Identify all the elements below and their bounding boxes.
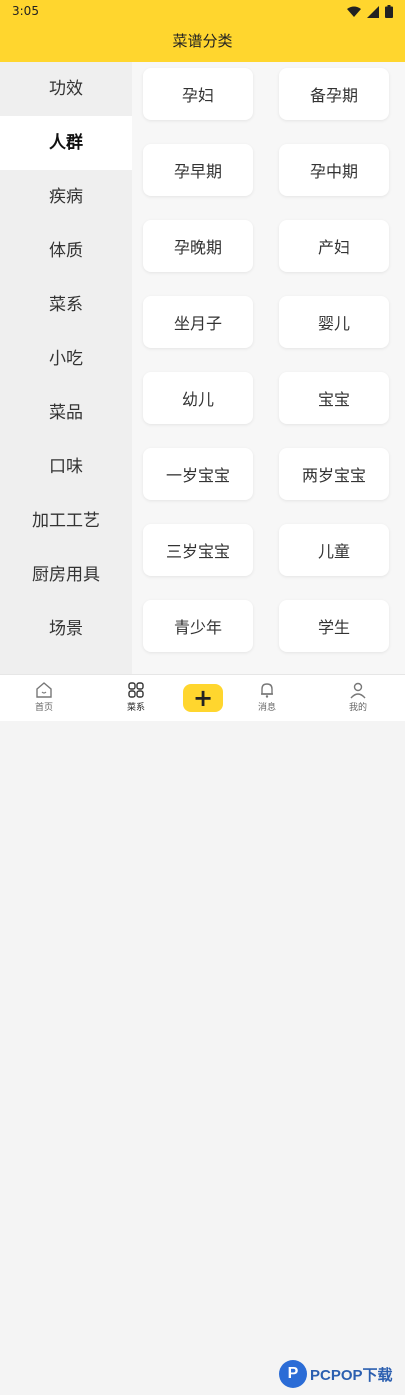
sidebar-item-flavor[interactable]: 口味 bbox=[0, 440, 132, 494]
watermark-text: PCPOP下载 bbox=[310, 1366, 393, 1384]
category-tile[interactable]: 备孕期 bbox=[279, 68, 389, 120]
battery-icon bbox=[385, 5, 393, 18]
category-tile[interactable]: 坐月子 bbox=[143, 296, 253, 348]
sidebar-item-snack[interactable]: 小吃 bbox=[0, 332, 132, 386]
status-bar: 3:05 bbox=[0, 0, 405, 24]
category-sidebar: 功效 人群 疾病 体质 菜系 小吃 菜品 口味 加工工艺 厨房用具 场景 bbox=[0, 62, 132, 674]
nav-messages-label: 消息 bbox=[257, 703, 276, 713]
nav-messages[interactable]: 消息 bbox=[242, 679, 292, 713]
nav-home-label: 首页 bbox=[34, 703, 53, 713]
sidebar-item-efficacy[interactable]: 功效 bbox=[0, 62, 132, 116]
status-time: 3:05 bbox=[12, 4, 39, 18]
home-icon bbox=[36, 682, 52, 698]
category-grid: 孕妇 备孕期 孕早期 孕中期 孕晚期 产妇 坐月子 婴儿 幼儿 宝宝 一岁宝宝 … bbox=[132, 62, 405, 652]
nav-profile[interactable]: 我的 bbox=[333, 679, 383, 713]
category-tile[interactable]: 孕晚期 bbox=[143, 220, 253, 272]
status-icons bbox=[347, 5, 393, 18]
signal-icon bbox=[367, 5, 379, 18]
sidebar-item-cuisine[interactable]: 菜系 bbox=[0, 278, 132, 332]
sidebar-item-process[interactable]: 加工工艺 bbox=[0, 494, 132, 548]
wifi-icon bbox=[347, 6, 361, 17]
category-tile[interactable]: 青少年 bbox=[143, 600, 253, 652]
watermark: P PCPOP下载 bbox=[279, 1353, 405, 1395]
category-tile[interactable]: 两岁宝宝 bbox=[279, 448, 389, 500]
sidebar-item-constitution[interactable]: 体质 bbox=[0, 224, 132, 278]
user-icon bbox=[350, 682, 366, 699]
category-tile[interactable]: 孕早期 bbox=[143, 144, 253, 196]
sidebar-item-kitchenware[interactable]: 厨房用具 bbox=[0, 548, 132, 602]
nav-cuisine[interactable]: 菜系 bbox=[111, 679, 161, 713]
category-content: 孕妇 备孕期 孕早期 孕中期 孕晚期 产妇 坐月子 婴儿 幼儿 宝宝 一岁宝宝 … bbox=[132, 62, 405, 674]
category-tile[interactable]: 三岁宝宝 bbox=[143, 524, 253, 576]
category-tile[interactable]: 产妇 bbox=[279, 220, 389, 272]
sidebar-item-disease[interactable]: 疾病 bbox=[0, 170, 132, 224]
sidebar-item-dish[interactable]: 菜品 bbox=[0, 386, 132, 440]
category-tile[interactable]: 学生 bbox=[279, 600, 389, 652]
page-title: 菜谱分类 bbox=[172, 32, 233, 50]
sidebar-item-scene[interactable]: 场景 bbox=[0, 602, 132, 656]
category-tile[interactable]: 一岁宝宝 bbox=[143, 448, 253, 500]
category-tile[interactable]: 幼儿 bbox=[143, 372, 253, 424]
top-bar: 3:05 菜谱分类 bbox=[0, 0, 405, 62]
category-tile[interactable]: 宝宝 bbox=[279, 372, 389, 424]
category-tile[interactable]: 孕中期 bbox=[279, 144, 389, 196]
category-tile[interactable]: 儿童 bbox=[279, 524, 389, 576]
nav-home[interactable]: 首页 bbox=[19, 679, 69, 713]
add-button[interactable]: + bbox=[183, 684, 223, 712]
category-tile[interactable]: 孕妇 bbox=[143, 68, 253, 120]
sidebar-item-crowd[interactable]: 人群 bbox=[0, 116, 132, 170]
nav-cuisine-label: 菜系 bbox=[126, 703, 145, 713]
category-tile[interactable]: 婴儿 bbox=[279, 296, 389, 348]
bell-icon bbox=[261, 683, 273, 698]
nav-profile-label: 我的 bbox=[348, 703, 367, 713]
bottom-nav: 首页 菜系 + 消息 我的 P PCPOP下载 bbox=[0, 674, 405, 1388]
grid-icon bbox=[128, 682, 144, 698]
watermark-logo: P bbox=[279, 1360, 307, 1388]
